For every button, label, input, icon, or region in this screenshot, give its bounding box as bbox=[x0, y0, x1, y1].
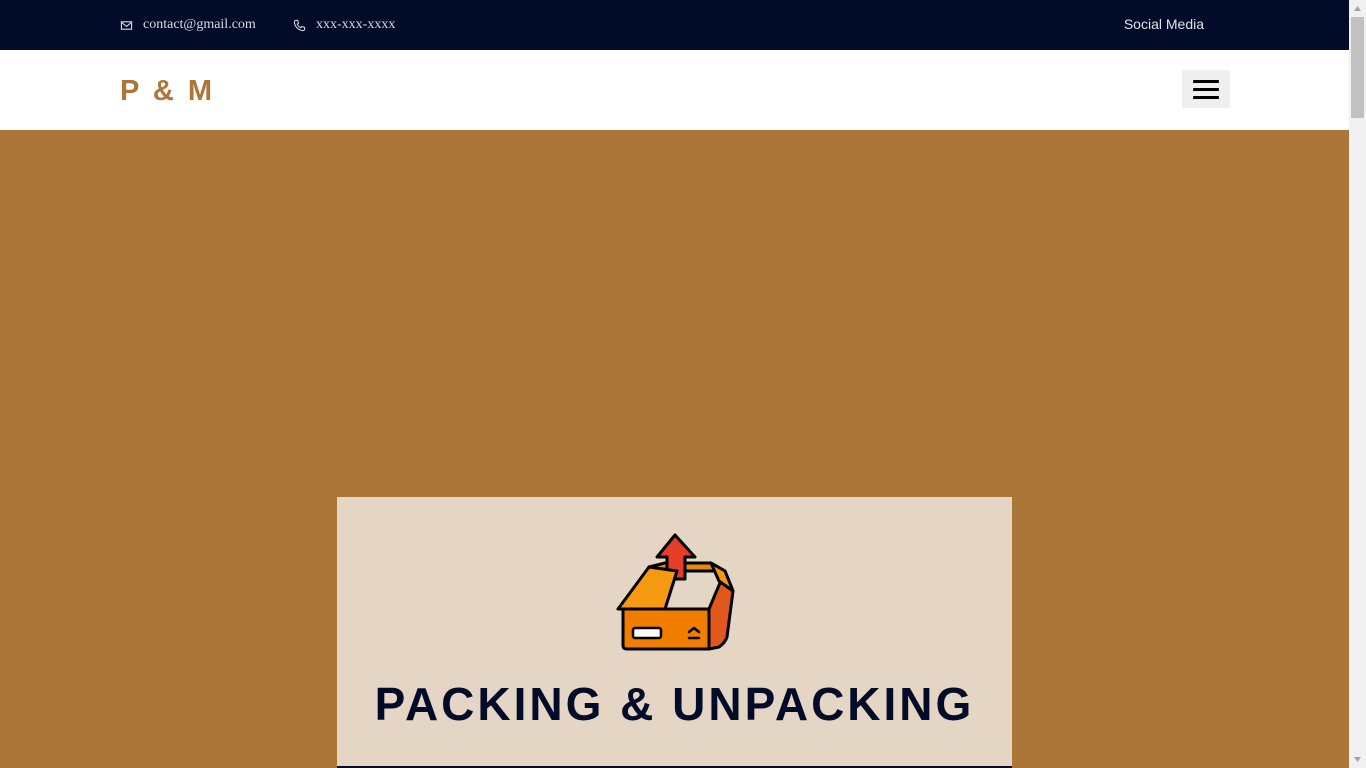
social-media-link[interactable]: Social Media bbox=[1124, 16, 1204, 32]
envelope-icon bbox=[120, 19, 133, 32]
phone-link[interactable]: xxx-xxx-xxxx bbox=[293, 17, 395, 33]
hamburger-menu-icon-bar bbox=[1193, 95, 1219, 99]
page-scrollbar[interactable] bbox=[1349, 0, 1366, 768]
service-title: PACKING & UNPACKING bbox=[374, 678, 975, 730]
scroll-down-arrow-icon[interactable] bbox=[1349, 751, 1366, 768]
service-card: PACKING & UNPACKING bbox=[337, 497, 1012, 768]
phone-icon bbox=[293, 19, 306, 32]
hamburger-menu-icon-bar bbox=[1193, 87, 1219, 91]
page: contact@gmail.com xxx-xxx-xxxx Social Me… bbox=[0, 0, 1349, 768]
open-box-upload-icon bbox=[615, 531, 735, 653]
hamburger-menu-button[interactable] bbox=[1182, 70, 1230, 108]
hamburger-menu-icon-bar bbox=[1193, 79, 1219, 83]
phone-text: xxx-xxx-xxxx bbox=[316, 17, 396, 32]
scroll-up-arrow-icon[interactable] bbox=[1349, 0, 1366, 17]
email-link[interactable]: contact@gmail.com bbox=[120, 17, 256, 33]
site-logo[interactable]: P & M bbox=[120, 75, 215, 108]
top-bar: contact@gmail.com xxx-xxx-xxxx Social Me… bbox=[0, 0, 1349, 50]
main-navbar: P & M bbox=[0, 50, 1349, 130]
scrollbar-thumb[interactable] bbox=[1351, 17, 1364, 118]
email-text: contact@gmail.com bbox=[143, 17, 256, 32]
